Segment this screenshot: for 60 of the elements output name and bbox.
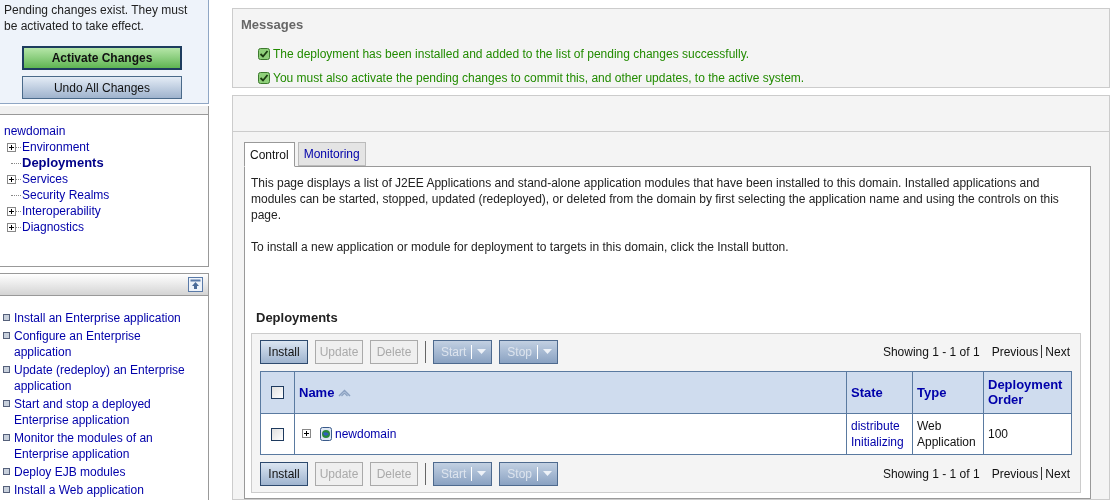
order-text: 100 bbox=[988, 426, 1009, 441]
deployments-heading: Deployments bbox=[255, 309, 338, 327]
tree-item[interactable]: Services bbox=[22, 170, 68, 189]
checkbox[interactable] bbox=[271, 427, 284, 441]
help-link[interactable]: Install an Enterprise application bbox=[14, 310, 196, 326]
previous-link[interactable]: Previous bbox=[991, 464, 1039, 483]
help-link[interactable]: Deploy EJB modules bbox=[14, 464, 196, 480]
next-link[interactable]: Next bbox=[1045, 464, 1070, 483]
pagination-status: Showing 1 - 1 of 1 bbox=[882, 465, 980, 483]
type-text: Web Application bbox=[917, 418, 976, 449]
bullet-icon bbox=[3, 366, 10, 373]
tree-item[interactable]: Interoperability bbox=[22, 202, 101, 221]
checkbox[interactable] bbox=[271, 386, 284, 400]
caret-icon bbox=[477, 349, 487, 354]
expand-icon[interactable] bbox=[302, 429, 311, 438]
caret-icon bbox=[477, 471, 487, 476]
expand-icon[interactable] bbox=[7, 222, 16, 232]
column-header[interactable]: Type bbox=[917, 385, 947, 401]
collapse-panel-icon[interactable] bbox=[188, 276, 203, 292]
deployment-name-link[interactable]: newdomain bbox=[335, 424, 397, 443]
pending-changes-message: Pending changes exist. They must be activated to take effect. bbox=[4, 2, 189, 34]
success-message: You must also activate the pending changes to commit this, and other updates, to the active system. bbox=[273, 69, 805, 87]
bullet-icon bbox=[3, 486, 10, 493]
state-text: distribute Initializing bbox=[851, 418, 904, 449]
next-link[interactable]: Next bbox=[1045, 342, 1070, 361]
bullet-icon bbox=[3, 314, 10, 321]
expand-icon[interactable] bbox=[7, 174, 16, 184]
tab[interactable]: Monitoring bbox=[297, 142, 366, 166]
bullet-icon bbox=[3, 468, 10, 475]
column-header[interactable]: State bbox=[851, 385, 883, 401]
expand-icon[interactable] bbox=[7, 206, 16, 216]
help-link[interactable]: Monitor the modules of an Enterprise application bbox=[14, 430, 196, 462]
tab[interactable]: Control bbox=[244, 142, 295, 167]
tree-item[interactable]: Security Realms bbox=[22, 186, 110, 205]
help-link[interactable]: Update (redeploy) an Enterprise application bbox=[14, 362, 196, 394]
previous-link[interactable]: Previous bbox=[991, 342, 1039, 361]
description-text: To install a new application or module for deployment to targets in this domain, click the Install button. bbox=[251, 239, 790, 255]
bullet-icon bbox=[3, 400, 10, 407]
pagination-status: Showing 1 - 1 of 1 bbox=[882, 343, 980, 361]
toolbar-button[interactable]: Install bbox=[260, 339, 308, 364]
help-link[interactable]: Install a Web application bbox=[14, 482, 196, 498]
success-message: The deployment has been installed and added to the list of pending changes successfully. bbox=[273, 45, 750, 63]
help-link[interactable]: Configure an Enterprise application bbox=[14, 328, 196, 360]
bullet-icon bbox=[3, 332, 10, 339]
column-header[interactable]: Name bbox=[299, 385, 335, 401]
globe-icon bbox=[320, 426, 332, 441]
expand-icon[interactable] bbox=[7, 142, 16, 152]
description-text: This page displays a list of J2EE Applications and stand-alone application modules that have been installed to this domain. Installed applications and modules can be started, stopped, updated (redeployed), or deleted from the domain by first selecting the application name and using the controls on this page. bbox=[251, 175, 1060, 223]
activate-changes-button[interactable]: Activate Changes bbox=[22, 46, 182, 70]
help-link[interactable]: Start and stop a deployed Enterprise application bbox=[14, 396, 196, 428]
messages-heading: Messages bbox=[241, 16, 304, 34]
caret-icon bbox=[543, 349, 553, 354]
caret-icon bbox=[543, 471, 553, 476]
tree-item[interactable]: Diagnostics bbox=[22, 218, 85, 237]
bullet-icon bbox=[3, 434, 10, 441]
undo-changes-button[interactable]: Undo All Changes bbox=[22, 76, 182, 99]
tree-root-link[interactable]: newdomain bbox=[4, 123, 66, 140]
checkmark-icon bbox=[258, 47, 270, 60]
checkmark-icon bbox=[258, 71, 270, 84]
toolbar-button[interactable]: Install bbox=[260, 461, 308, 486]
